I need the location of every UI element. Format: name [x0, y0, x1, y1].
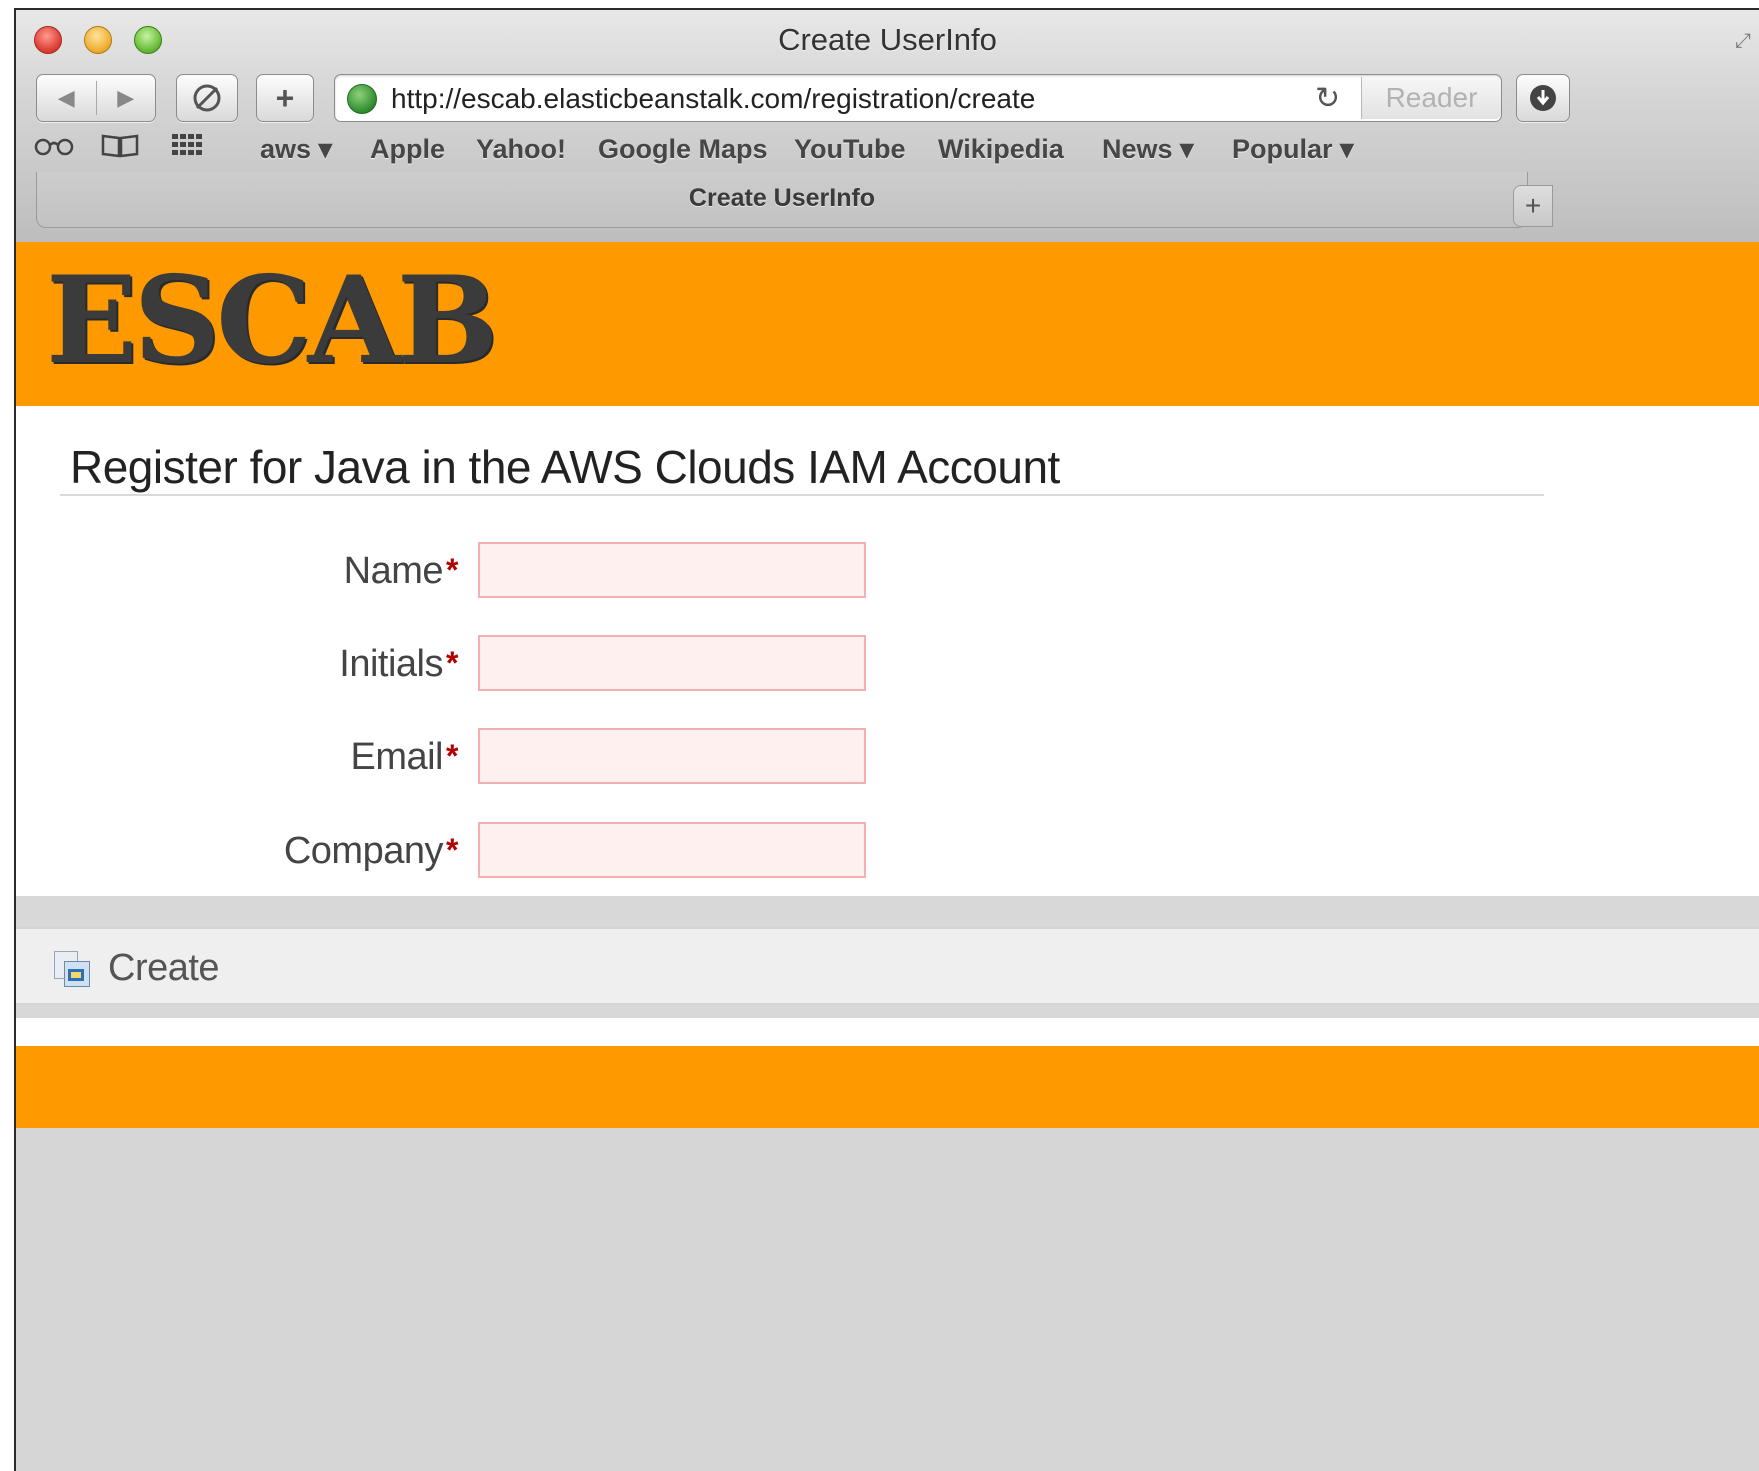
name-field[interactable]: [478, 542, 866, 598]
fullscreen-icon[interactable]: ⤢: [1735, 30, 1757, 52]
name-label: Name: [343, 550, 444, 592]
site-footer: [16, 1046, 1759, 1128]
window-title: Create UserInfo: [778, 22, 997, 57]
required-marker: *: [446, 552, 459, 588]
initials-field[interactable]: [478, 635, 866, 691]
bookmark-apple[interactable]: Apple: [370, 134, 445, 165]
save-icon: [54, 951, 90, 987]
glasses-icon[interactable]: [34, 132, 74, 165]
bookmark-aws[interactable]: aws ▾: [260, 134, 332, 165]
form-row-initials: Initials *: [16, 635, 916, 695]
create-button-label: Create: [108, 946, 220, 989]
required-marker: *: [446, 832, 459, 868]
page-title: Register for Java in the AWS Clouds IAM …: [70, 441, 1060, 493]
tab-bar: Create UserInfo +: [16, 172, 1759, 242]
forward-button[interactable]: ▶: [97, 75, 156, 121]
title-divider: [60, 494, 1544, 496]
url-text[interactable]: http://escab.elasticbeanstalk.com/regist…: [391, 83, 1035, 115]
tab-label: Create UserInfo: [688, 184, 876, 212]
download-icon: [1530, 85, 1556, 111]
downloads-button[interactable]: [1516, 74, 1570, 122]
bookmark-popular[interactable]: Popular ▾: [1232, 134, 1354, 165]
form-row-name: Name *: [16, 542, 916, 602]
bookmark-youtube[interactable]: YouTube: [794, 134, 905, 165]
browser-chrome: Create UserInfo ⤢ ◀ ▶ + http://escab.ela…: [16, 10, 1759, 243]
back-forward-buttons: ◀ ▶: [36, 74, 156, 122]
site-header: ESCAB: [16, 242, 1759, 406]
add-bookmark-button[interactable]: +: [256, 74, 314, 122]
bookmark-wikipedia[interactable]: Wikipedia: [938, 134, 1064, 165]
address-bar[interactable]: http://escab.elasticbeanstalk.com/regist…: [334, 74, 1502, 122]
new-tab-button[interactable]: +: [1513, 185, 1553, 227]
required-marker: *: [446, 645, 459, 681]
company-label: Company: [283, 830, 444, 872]
bookmark-news[interactable]: News ▾: [1102, 134, 1194, 165]
required-marker: *: [446, 738, 459, 774]
create-button[interactable]: Create: [54, 946, 220, 989]
book-icon[interactable]: [100, 132, 140, 165]
form-button-bar: Create: [16, 927, 1759, 1005]
back-button[interactable]: ◀: [37, 75, 96, 121]
reload-icon[interactable]: ↻: [1315, 81, 1340, 116]
site-logo[interactable]: ESCAB: [46, 256, 498, 386]
registration-content: Register for Java in the AWS Clouds IAM …: [16, 406, 1759, 896]
email-label: Email: [350, 736, 443, 778]
reader-button[interactable]: Reader: [1361, 77, 1501, 119]
form-row-company: Company *: [16, 822, 916, 882]
company-field[interactable]: [478, 822, 866, 878]
beanstalk-site-icon: [347, 84, 377, 114]
window-background: [16, 1128, 1759, 1471]
bookmark-yahoo[interactable]: Yahoo!: [476, 134, 566, 165]
initials-label: Initials: [339, 643, 443, 685]
bookmark-google-maps[interactable]: Google Maps: [598, 134, 768, 165]
tab-create-userinfo[interactable]: Create UserInfo: [36, 172, 1528, 228]
grid-icon[interactable]: [170, 132, 206, 165]
web-page: ESCAB Register for Java in the AWS Cloud…: [16, 242, 1759, 1471]
cloud-icon: [193, 84, 221, 112]
email-field[interactable]: [478, 728, 866, 784]
icloud-tabs-button[interactable]: [176, 74, 238, 122]
form-row-email: Email *: [16, 728, 916, 788]
browser-window: Create UserInfo ⤢ ◀ ▶ + http://escab.ela…: [14, 8, 1759, 1471]
